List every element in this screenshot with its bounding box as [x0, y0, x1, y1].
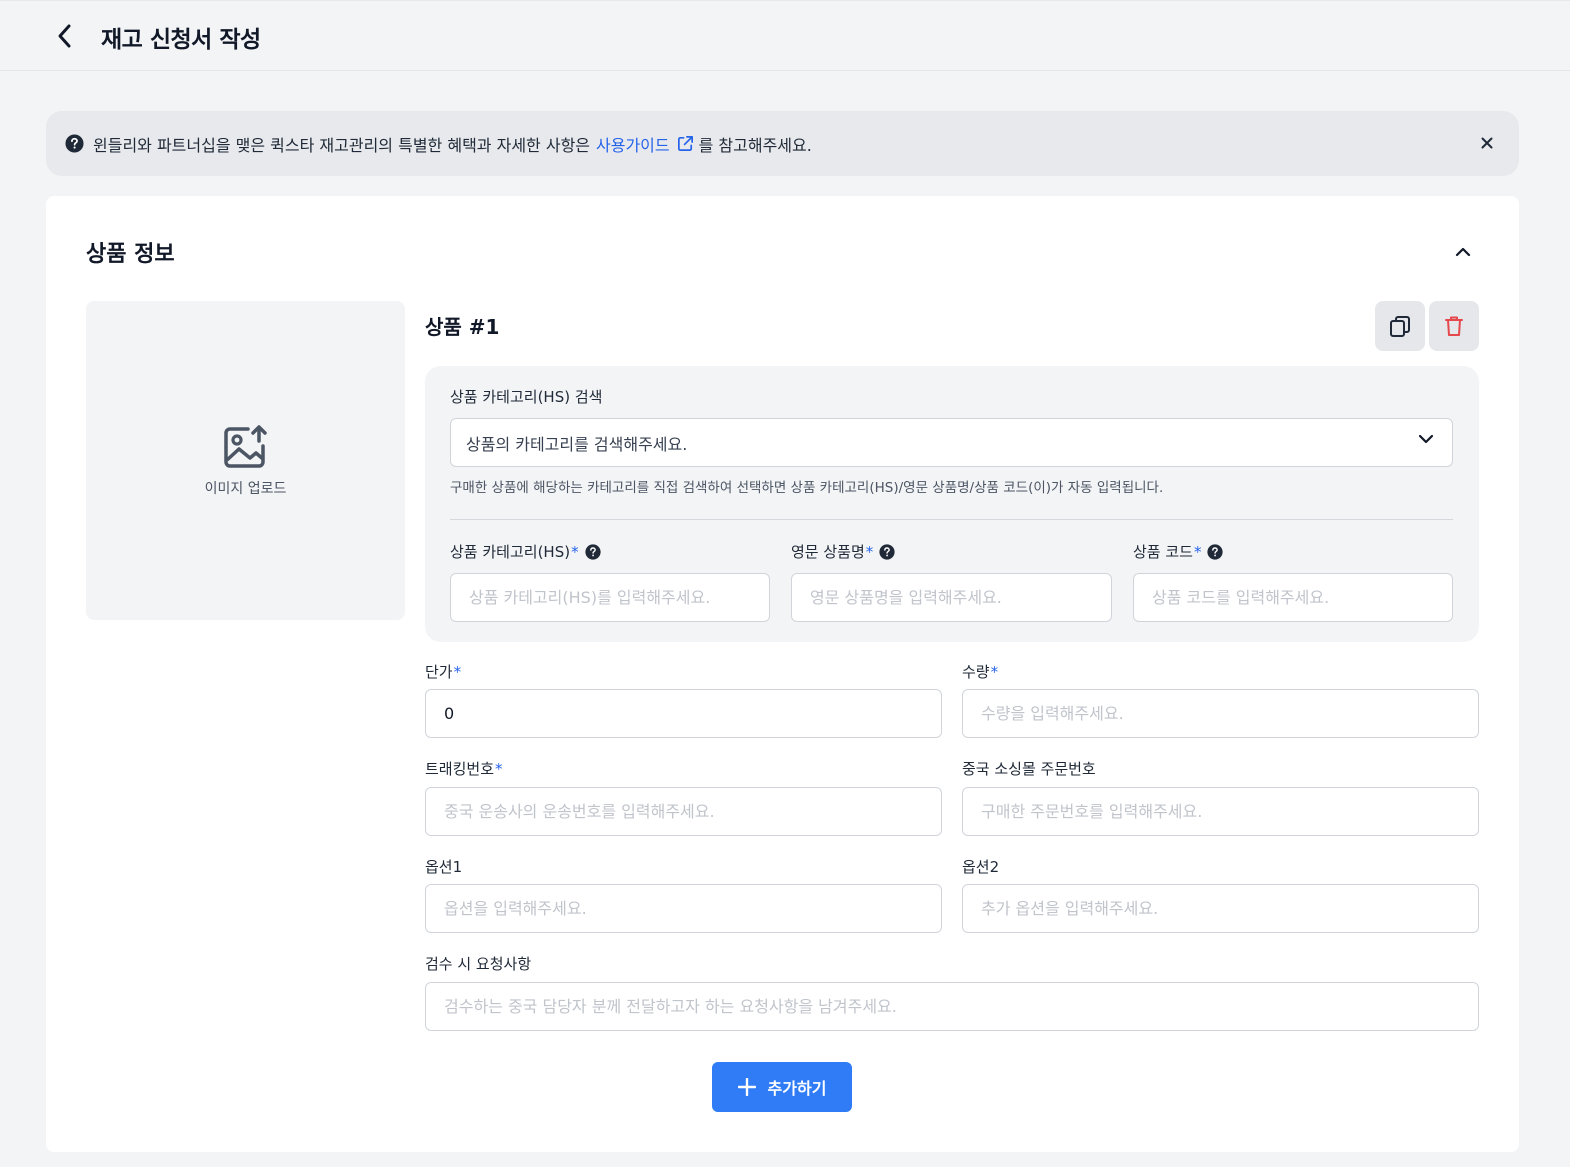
trash-icon	[1445, 316, 1463, 336]
product-title: 상품 #1	[425, 315, 500, 339]
unit-price-input[interactable]	[425, 689, 942, 738]
chevron-down-icon	[1418, 434, 1434, 444]
inspection-request-label-text: 검수 시 요청사항	[425, 955, 532, 973]
required-mark: *	[990, 662, 999, 681]
close-icon	[1481, 137, 1493, 149]
copy-product-button[interactable]	[1375, 301, 1425, 351]
quantity-label: 수량 *	[962, 661, 998, 682]
hs-search-placeholder: 상품의 카테고리를 검색해주세요.	[466, 434, 688, 454]
hs-search-label: 상품 카테고리(HS) 검색	[450, 386, 602, 407]
help-icon[interactable]	[584, 543, 601, 560]
hs-category-box: 상품 카테고리(HS) 검색 상품의 카테고리를 검색해주세요. 구매한 상품에…	[425, 366, 1479, 642]
english-name-input[interactable]	[791, 573, 1112, 622]
option1-label: 옵션1	[425, 856, 462, 877]
chevron-left-icon	[58, 24, 71, 48]
image-upload-label: 이미지 업로드	[204, 480, 287, 497]
image-upload-icon	[223, 424, 267, 468]
unit-price-label-text: 단가	[425, 663, 453, 681]
page-title: 재고 신청서 작성	[101, 27, 261, 53]
user-guide-link[interactable]: 사용가이드	[596, 132, 695, 156]
quantity-input[interactable]	[962, 689, 1479, 738]
external-link-icon	[677, 135, 693, 152]
help-icon[interactable]	[879, 543, 895, 560]
help-icon[interactable]	[1207, 543, 1224, 560]
required-mark: *	[495, 759, 503, 778]
order-number-input[interactable]	[962, 787, 1479, 836]
user-guide-link-label[interactable]: 사용가이드	[596, 132, 670, 156]
required-mark: *	[865, 542, 874, 561]
inspection-request-label: 검수 시 요청사항	[425, 953, 531, 974]
back-button[interactable]	[50, 21, 80, 51]
plus-icon	[737, 1078, 756, 1096]
copy-icon	[1390, 316, 1410, 337]
tracking-input[interactable]	[425, 787, 942, 836]
image-upload-area[interactable]: 이미지 업로드	[86, 301, 405, 620]
hs-search-hint: 구매한 상품에 해당하는 카테고리를 직접 검색하여 선택하면 상품 카테고리(…	[450, 480, 1164, 496]
collapse-section-button[interactable]	[1451, 240, 1475, 264]
order-number-label-text: 중국 소싱몰 주문번호	[962, 760, 1096, 778]
unit-price-label: 단가 *	[425, 661, 461, 682]
product-code-label: 상품 코드 *	[1133, 541, 1224, 562]
product-code-label-text: 상품 코드	[1133, 543, 1193, 561]
chevron-up-icon	[1455, 247, 1471, 257]
product-code-input[interactable]	[1133, 573, 1453, 622]
notice-text: 윈들리와 파트너십을 맺은 퀵스타 재고관리의 특별한 혜택과 자세한 사항은	[93, 135, 591, 155]
hs-search-label-text: 상품 카테고리(HS) 검색	[450, 388, 603, 406]
add-product-button[interactable]: 추가하기	[712, 1062, 852, 1112]
option2-label-text: 옵션2	[962, 858, 1000, 876]
question-icon	[65, 134, 84, 153]
quantity-label-text: 수량	[962, 663, 990, 681]
delete-product-button[interactable]	[1429, 301, 1479, 351]
add-product-label[interactable]: 추가하기	[768, 1075, 827, 1099]
option2-label: 옵션2	[962, 856, 999, 877]
option1-input[interactable]	[425, 884, 942, 933]
product-info-card: 상품 정보 이미지 업로드 상품 #1 상품 카테고리(HS) 검색 상품의 카…	[46, 196, 1519, 1152]
close-notice-button[interactable]	[1477, 133, 1497, 153]
english-name-label-text: 영문 상품명	[791, 543, 865, 561]
section-title: 상품 정보	[86, 242, 175, 267]
hs-category-label-text: 상품 카테고리(HS)	[450, 543, 571, 561]
option2-input[interactable]	[962, 884, 1479, 933]
hs-search-select[interactable]: 상품의 카테고리를 검색해주세요.	[450, 418, 1453, 467]
required-mark: *	[453, 662, 462, 681]
notice-text-after: 를 참고해주세요.	[698, 135, 812, 155]
notice-banner: 윈들리와 파트너십을 맺은 퀵스타 재고관리의 특별한 혜택과 자세한 사항은 …	[46, 111, 1519, 176]
english-name-label: 영문 상품명 *	[791, 541, 895, 562]
top-header: 재고 신청서 작성	[0, 0, 1570, 71]
required-mark: *	[571, 542, 579, 561]
hs-category-label: 상품 카테고리(HS) *	[450, 541, 601, 562]
order-number-label: 중국 소싱몰 주문번호	[962, 758, 1096, 779]
tracking-label-text: 트래킹번호	[425, 760, 495, 778]
inspection-request-input[interactable]	[425, 982, 1479, 1031]
tracking-label: 트래킹번호 *	[425, 758, 503, 779]
divider	[450, 519, 1453, 520]
option1-label-text: 옵션1	[425, 858, 463, 876]
required-mark: *	[1193, 542, 1202, 561]
hs-category-input[interactable]	[450, 573, 770, 622]
